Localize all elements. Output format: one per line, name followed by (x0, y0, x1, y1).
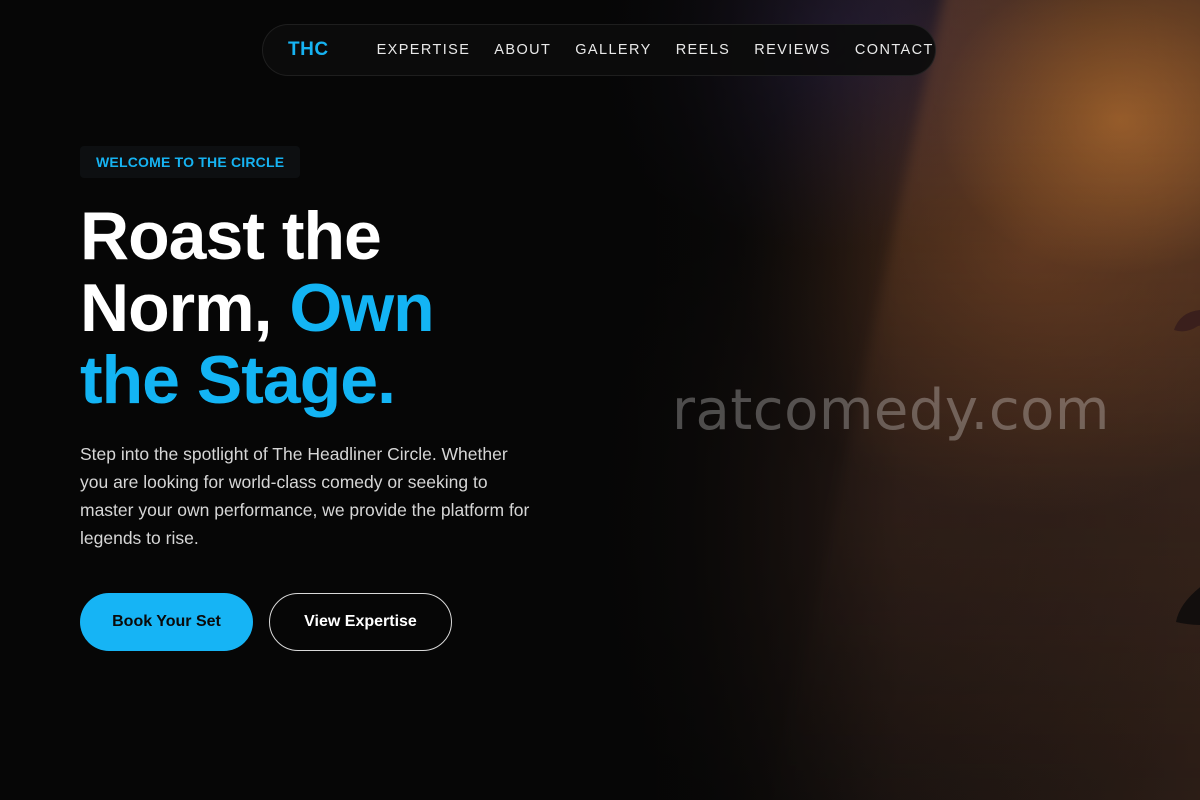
view-expertise-button[interactable]: View Expertise (269, 593, 452, 651)
welcome-badge: WELCOME TO THE CIRCLE (80, 146, 301, 178)
book-your-set-button[interactable]: Book Your Set (80, 593, 253, 651)
nav-link-gallery[interactable]: GALLERY (575, 42, 651, 58)
watermark-text: ratcomedy.com (672, 378, 1110, 443)
nav-link-expertise[interactable]: EXPERTISE (377, 42, 471, 58)
hero-description: Step into the spotlight of The Headliner… (80, 444, 530, 548)
page: ratcomedy.com THC EXPERTISE ABOUT GALLER… (0, 0, 1200, 800)
nav-link-about[interactable]: ABOUT (494, 42, 551, 58)
nav-link-contact[interactable]: CONTACT (855, 42, 934, 58)
nav-link-reviews[interactable]: REVIEWS (754, 42, 831, 58)
nav-link-reels[interactable]: REELS (676, 42, 731, 58)
logo[interactable]: THC (288, 39, 329, 61)
top-navigation: THC EXPERTISE ABOUT GALLERY REELS REVIEW… (262, 24, 936, 76)
nav-links: EXPERTISE ABOUT GALLERY REELS REVIEWS CO… (377, 42, 934, 58)
hero-headline: Roast the Norm, Own the Stage. (80, 200, 550, 416)
